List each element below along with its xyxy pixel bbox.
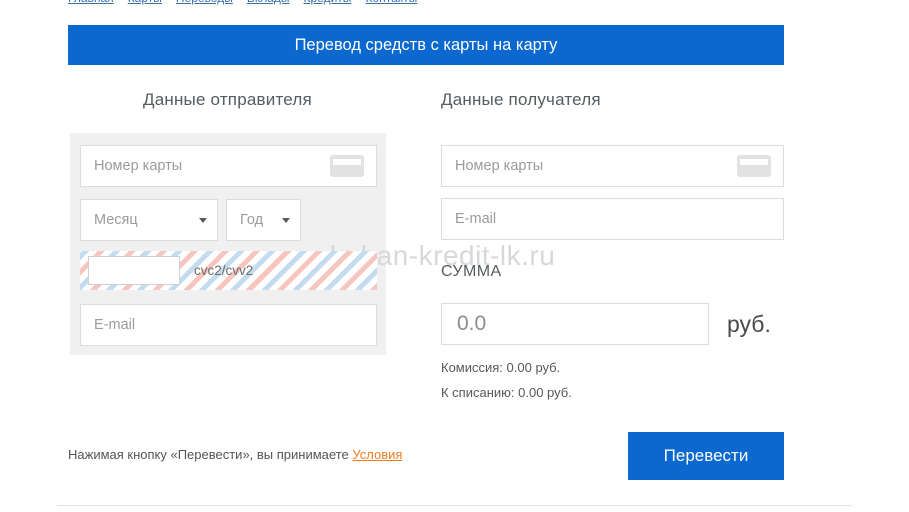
amount-label: СУММА [441,263,502,280]
topnav-item[interactable]: Главная [68,0,114,5]
sender-expiry-year-select[interactable]: Год [226,199,301,241]
amount-input[interactable]: 0.0 [441,303,709,345]
top-navigation-bar[interactable]: Главная Карты Переводы Вклады Кредиты Ко… [0,0,909,9]
sender-card-number-input[interactable]: Номер карты [80,145,377,187]
chevron-down-icon [282,218,290,223]
sender-section-heading: Данные отправителя [143,90,312,109]
commission-text: Комиссия: 0.00 руб. [441,360,561,375]
submit-transfer-button[interactable]: Перевести [628,432,784,480]
sender-cvc-input[interactable] [88,256,180,285]
sender-cvc-label: cvc2/cvv2 [194,263,254,278]
sender-expiry-year-label: Год [240,212,264,228]
recipient-card-number-input[interactable]: Номер карты [441,145,784,187]
credit-card-icon [330,155,364,177]
sender-expiry-month-label: Месяц [94,212,138,228]
recipient-section-heading: Данные получателя [441,90,601,109]
sender-email-placeholder: E-mail [94,317,136,333]
topnav-item[interactable]: Переводы [176,0,233,5]
sender-cvc-band: cvc2/cvv2 [80,251,377,290]
credit-card-icon [737,155,771,177]
amount-row: 0.0 руб. [441,303,771,345]
recipient-email-input[interactable]: E-mail [441,198,784,240]
topnav-item[interactable]: Карты [128,0,162,5]
recipient-card-number-placeholder: Номер карты [455,158,544,174]
page-title: Перевод средств с карты на карту [68,25,784,65]
total-charge-text: К списанию: 0.00 руб. [441,385,572,400]
sender-email-input[interactable]: E-mail [80,304,377,346]
currency-label: руб. [727,310,771,337]
topnav-item[interactable]: Кредиты [304,0,352,5]
topnav-item[interactable]: Вклады [247,0,290,5]
recipient-email-placeholder: E-mail [455,211,497,227]
terms-link[interactable]: Условия [352,447,402,462]
footer-divider [57,505,852,506]
topnav-item[interactable]: Контакты [365,0,417,5]
sender-expiry-month-select[interactable]: Месяц [80,199,218,241]
chevron-down-icon [199,218,207,223]
terms-notice: Нажимая кнопку «Перевести», вы принимает… [68,447,402,462]
sender-card-number-placeholder: Номер карты [94,158,183,174]
terms-text: Нажимая кнопку «Перевести», вы принимает… [68,447,353,462]
